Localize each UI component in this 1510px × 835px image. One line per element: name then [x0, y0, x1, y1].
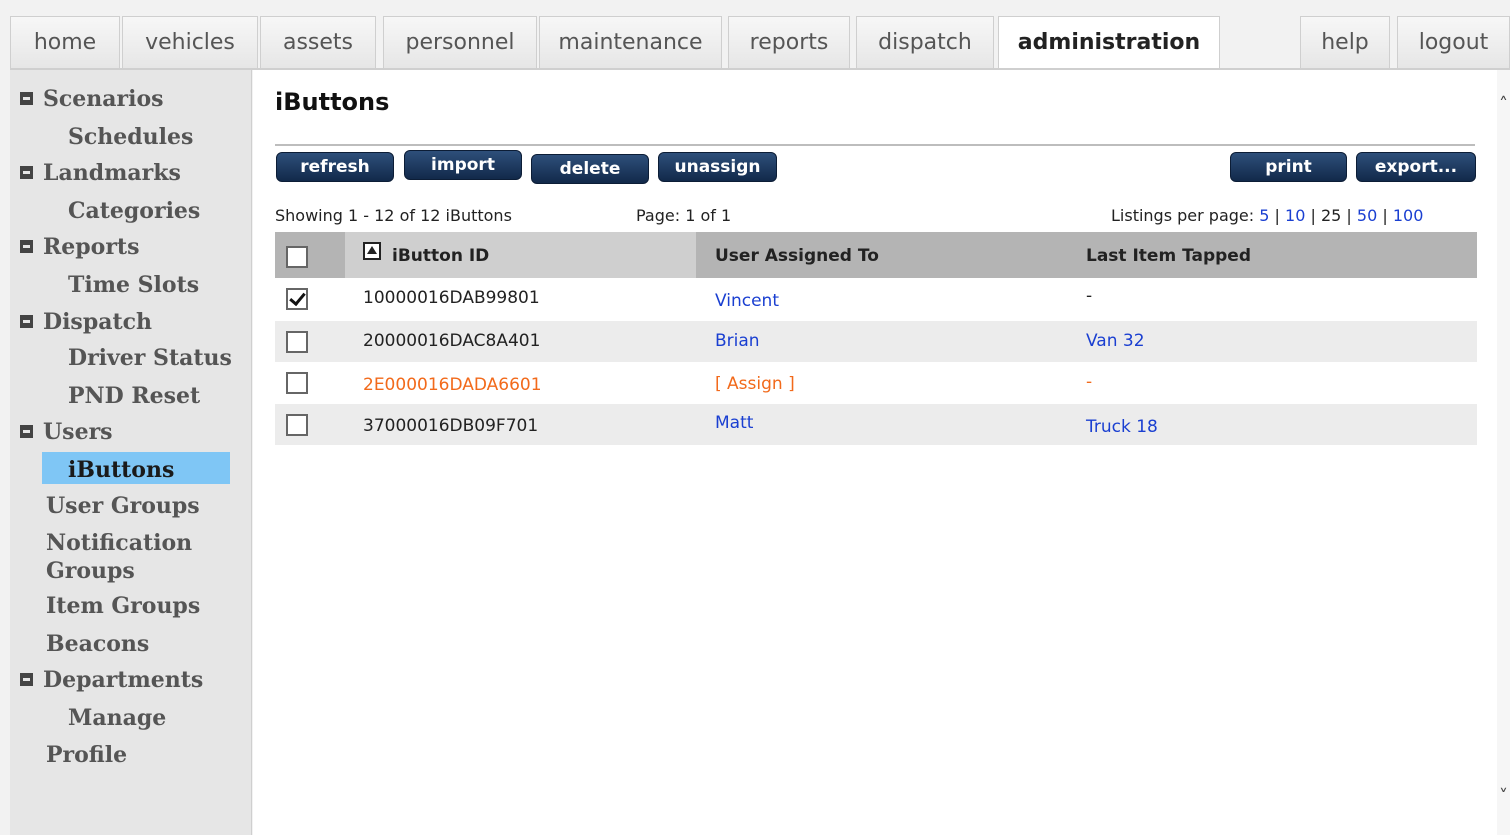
unassign-button[interactable]: unassign — [658, 152, 777, 182]
table-row: 20000016DAC8A401 Brian Van 32 — [275, 321, 1477, 362]
collapse-icon[interactable] — [20, 239, 33, 253]
sidebar-item-manage[interactable]: Manage — [68, 705, 166, 731]
sidebar-group-reports[interactable]: Reports — [20, 234, 139, 260]
refresh-button[interactable]: refresh — [276, 152, 394, 182]
ibutton-id: 2E000016DADA6601 — [363, 375, 542, 395]
sidebar-item-user-groups[interactable]: User Groups — [46, 493, 200, 519]
tab-reports[interactable]: reports — [728, 16, 850, 68]
top-nav: home vehicles assets personnel maintenan… — [10, 16, 1510, 70]
row-checkbox[interactable] — [286, 331, 308, 353]
sidebar-item-pnd-reset[interactable]: PND Reset — [68, 383, 200, 409]
vertical-scrollbar[interactable]: ˄ ˅ — [1497, 70, 1510, 835]
separator: | — [1274, 206, 1280, 225]
per-page-25[interactable]: 25 — [1321, 206, 1341, 225]
tab-personnel[interactable]: personnel — [383, 16, 537, 68]
per-page-10[interactable]: 10 — [1285, 206, 1305, 225]
last-item-link[interactable]: Truck 18 — [1086, 417, 1158, 437]
tab-administration[interactable]: administration — [998, 16, 1220, 70]
row-checkbox[interactable] — [286, 372, 308, 394]
collapse-icon[interactable] — [20, 672, 33, 686]
delete-button[interactable]: delete — [531, 154, 649, 184]
last-item-tapped: - — [1086, 286, 1093, 306]
sidebar-item-profile[interactable]: Profile — [46, 742, 127, 768]
sidebar-item-label: Scenarios — [43, 86, 164, 112]
table-row: 10000016DAB99801 Vincent - — [275, 278, 1477, 319]
per-page-selector: Listings per page: 5 | 10 | 25 | 50 | 10… — [1111, 206, 1423, 225]
collapse-icon[interactable] — [20, 91, 33, 105]
sidebar-item-time-slots[interactable]: Time Slots — [68, 272, 199, 298]
sidebar-item-label: Departments — [43, 667, 204, 693]
scroll-up-icon[interactable]: ˄ — [1497, 94, 1510, 115]
row-checkbox[interactable] — [286, 414, 308, 436]
separator: | — [1382, 206, 1388, 225]
sidebar-item-ibuttons[interactable]: iButtons — [68, 457, 174, 483]
sort-ascending-icon[interactable] — [363, 242, 381, 260]
sidebar-item-label: Users — [43, 419, 113, 445]
tab-dispatch[interactable]: dispatch — [856, 16, 994, 68]
sidebar-group-landmarks[interactable]: Landmarks — [20, 160, 181, 186]
sidebar-group-dispatch[interactable]: Dispatch — [20, 309, 152, 335]
column-header-user[interactable]: User Assigned To — [715, 246, 879, 266]
page-indicator: Page: 1 of 1 — [636, 206, 732, 225]
tab-maintenance[interactable]: maintenance — [539, 16, 722, 68]
last-item-tapped: - — [1086, 372, 1093, 392]
sidebar-item-item-groups[interactable]: Item Groups — [46, 593, 200, 619]
sidebar-item-beacons[interactable]: Beacons — [46, 631, 149, 657]
sidebar-item-categories[interactable]: Categories — [68, 198, 200, 224]
user-link[interactable]: Vincent — [715, 291, 779, 311]
import-button[interactable]: import — [404, 150, 522, 180]
sidebar-item-notification-groups-line2[interactable]: Groups — [46, 558, 135, 584]
assign-link[interactable]: [ Assign ] — [715, 374, 795, 394]
per-page-label: Listings per page: — [1111, 206, 1255, 225]
user-link[interactable]: Brian — [715, 331, 760, 351]
per-page-100[interactable]: 100 — [1393, 206, 1424, 225]
sidebar-group-users[interactable]: Users — [20, 419, 113, 445]
ibutton-id: 37000016DB09F701 — [363, 416, 539, 436]
table-row: 2E000016DADA6601 [ Assign ] - — [275, 362, 1477, 403]
tab-help[interactable]: help — [1300, 16, 1390, 68]
sidebar-item-notification-groups[interactable]: Notification — [46, 530, 192, 556]
sidebar-item-label: Landmarks — [43, 160, 181, 186]
column-header-last-item[interactable]: Last Item Tapped — [1086, 246, 1251, 266]
scroll-down-icon[interactable]: ˅ — [1497, 786, 1510, 807]
tab-home[interactable]: home — [10, 16, 120, 68]
sidebar-group-scenarios[interactable]: Scenarios — [20, 86, 164, 112]
per-page-50[interactable]: 50 — [1357, 206, 1377, 225]
sidebar-group-departments[interactable]: Departments — [20, 667, 203, 693]
per-page-5[interactable]: 5 — [1259, 206, 1269, 225]
tab-logout[interactable]: logout — [1397, 16, 1510, 68]
row-checkbox[interactable] — [286, 288, 308, 310]
column-header-ibutton-id[interactable]: iButton ID — [392, 246, 489, 266]
sidebar-item-label: Reports — [43, 234, 140, 260]
ibutton-id: 20000016DAC8A401 — [363, 331, 541, 351]
sidebar-item-schedules[interactable]: Schedules — [68, 124, 193, 150]
table-row: 37000016DB09F701 Matt Truck 18 — [275, 404, 1477, 445]
export-button[interactable]: export... — [1356, 152, 1476, 182]
title-divider — [275, 144, 1475, 146]
separator: | — [1346, 206, 1352, 225]
sidebar-item-driver-status[interactable]: Driver Status — [68, 345, 232, 371]
collapse-icon[interactable] — [20, 165, 33, 179]
collapse-icon[interactable] — [20, 314, 33, 328]
select-all-checkbox[interactable] — [286, 246, 308, 268]
print-button[interactable]: print — [1230, 152, 1347, 182]
showing-count: Showing 1 - 12 of 12 iButtons — [275, 206, 512, 225]
user-link[interactable]: Matt — [715, 413, 753, 433]
separator: | — [1310, 206, 1316, 225]
page-title: iButtons — [275, 88, 390, 116]
main-content: iButtons refresh import delete unassign … — [253, 70, 1497, 835]
collapse-icon[interactable] — [20, 424, 33, 438]
table-header: iButton ID User Assigned To Last Item Ta… — [275, 232, 1477, 278]
tab-assets[interactable]: assets — [260, 16, 376, 68]
last-item-link[interactable]: Van 32 — [1086, 331, 1145, 351]
ibutton-id: 10000016DAB99801 — [363, 288, 540, 308]
tab-vehicles[interactable]: vehicles — [122, 16, 258, 68]
sidebar-item-label: Dispatch — [43, 309, 153, 335]
